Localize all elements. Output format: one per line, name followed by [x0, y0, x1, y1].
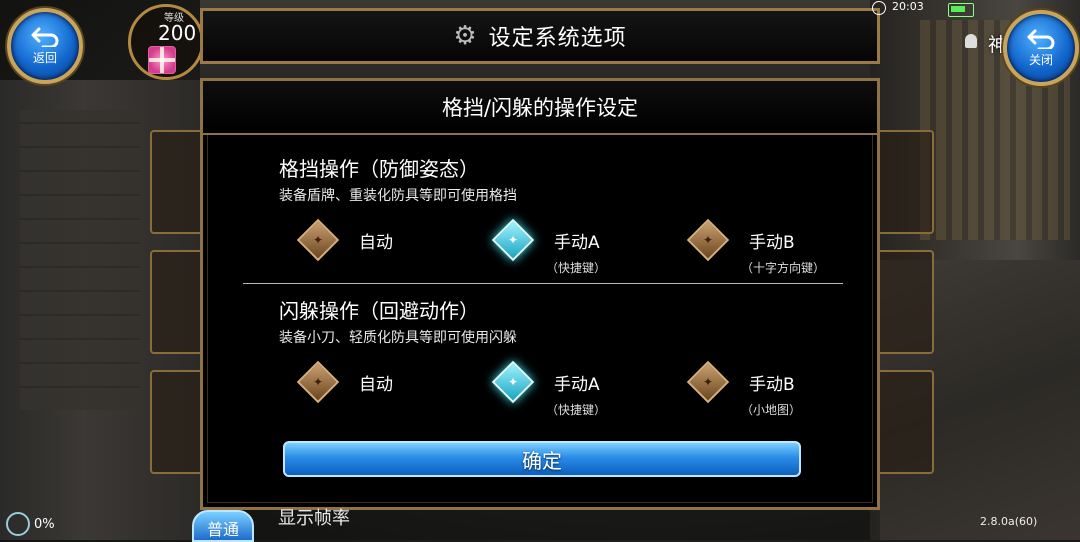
option-label: 手动B: [749, 375, 795, 395]
progress-text: 0%: [34, 516, 55, 532]
back-button[interactable]: 返回: [7, 8, 83, 84]
option-label: 自动: [359, 375, 393, 395]
diamond-radio-selected-icon: ✦: [491, 218, 535, 262]
option-sublabel: （快捷键）: [546, 403, 607, 417]
return-arrow-icon: [1027, 29, 1055, 49]
progress-indicator: 0%: [6, 512, 55, 536]
settings-header: ⚙ 设定系统选项: [200, 8, 880, 64]
option-sublabel: （十字方向键）: [741, 261, 826, 275]
close-label: 关闭: [1028, 52, 1053, 67]
clock: 20:03: [892, 0, 924, 13]
level-value: 200: [158, 21, 197, 45]
option-sublabel: （小地图）: [741, 403, 802, 417]
block-section-title: 格挡操作（防御姿态）: [279, 157, 479, 181]
block-option-manual-b[interactable]: ✦ 手动B （十字方向键）: [685, 218, 826, 276]
gears-icon: ⚙: [453, 21, 477, 51]
dodge-option-auto[interactable]: ✦ 自动: [295, 360, 393, 404]
panel-title: 格挡/闪躲的操作设定: [203, 81, 877, 135]
header-title: 设定系统选项: [488, 26, 627, 51]
option-sublabel: （快捷键）: [546, 261, 607, 275]
diamond-radio-icon: ✦: [686, 218, 730, 262]
dodge-section-desc: 装备小刀、轻质化防具等即可使用闪躲: [279, 330, 517, 346]
version-text: 2.8.0a(60): [980, 515, 1038, 528]
gift-icon[interactable]: [148, 46, 176, 74]
block-option-manual-a[interactable]: ✦ 手动A （快捷键）: [490, 218, 607, 276]
loading-ring-icon: [6, 512, 30, 536]
option-label: 自动: [359, 233, 393, 253]
diamond-radio-selected-icon: ✦: [491, 360, 535, 404]
alarm-icon: [872, 1, 886, 15]
dodge-section-title: 闪躲操作（回避动作）: [279, 299, 479, 323]
level-badge[interactable]: 等级 200: [128, 4, 204, 80]
normal-button[interactable]: 普通: [192, 510, 254, 542]
diamond-radio-icon: ✦: [686, 360, 730, 404]
dodge-option-manual-a[interactable]: ✦ 手动A （快捷键）: [490, 360, 607, 418]
section-divider: [243, 283, 843, 284]
dodge-option-manual-b[interactable]: ✦ 手动B （小地图）: [685, 360, 802, 418]
back-label: 返回: [32, 50, 57, 65]
diamond-radio-icon: ✦: [296, 218, 340, 262]
show-fps-label: 显示帧率: [278, 508, 350, 529]
option-label: 手动A: [554, 375, 600, 395]
return-arrow-icon: [31, 27, 59, 47]
battery-icon: [948, 3, 974, 17]
option-label: 手动A: [554, 233, 600, 253]
block-dodge-settings-panel: 格挡/闪躲的操作设定 格挡操作（防御姿态） 装备盾牌、重装化防具等即可使用格挡 …: [200, 78, 880, 510]
block-section-desc: 装备盾牌、重装化防具等即可使用格挡: [279, 188, 517, 204]
confirm-button[interactable]: 确定: [283, 441, 801, 477]
bell-icon: [965, 34, 977, 48]
diamond-radio-icon: ✦: [296, 360, 340, 404]
normal-button-label: 普通: [206, 520, 239, 539]
block-option-auto[interactable]: ✦ 自动: [295, 218, 393, 262]
option-label: 手动B: [749, 233, 795, 253]
close-button[interactable]: 关闭: [1003, 10, 1079, 86]
